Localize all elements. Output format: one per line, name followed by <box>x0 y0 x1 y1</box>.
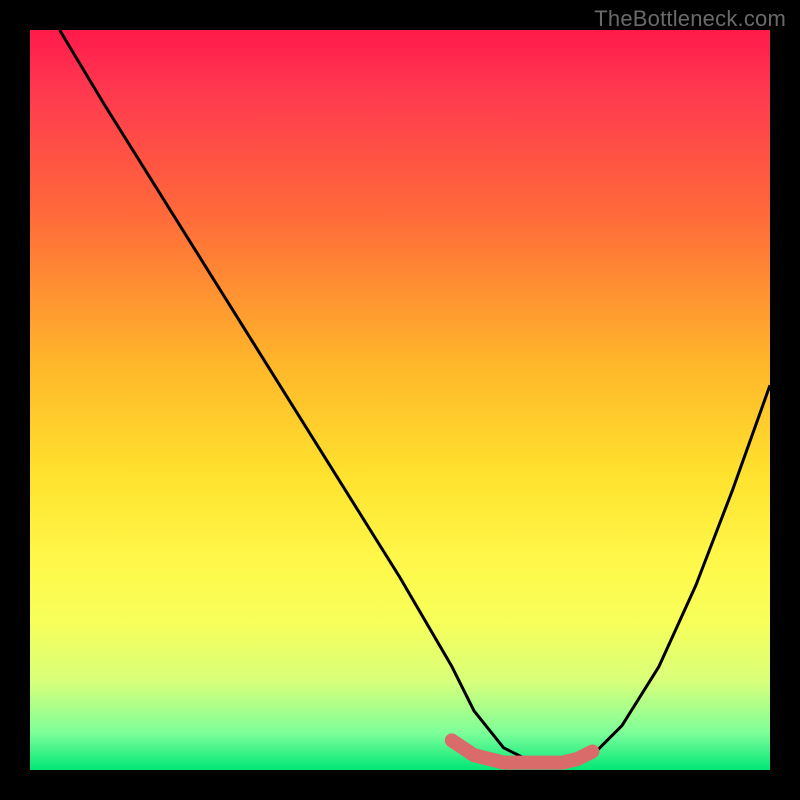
watermark-text: TheBottleneck.com <box>594 6 786 32</box>
plot-area <box>30 30 770 770</box>
chart-svg <box>30 30 770 770</box>
bottleneck-curve <box>60 30 770 763</box>
bottom-highlight-segment <box>452 740 593 762</box>
chart-container: TheBottleneck.com <box>0 0 800 800</box>
